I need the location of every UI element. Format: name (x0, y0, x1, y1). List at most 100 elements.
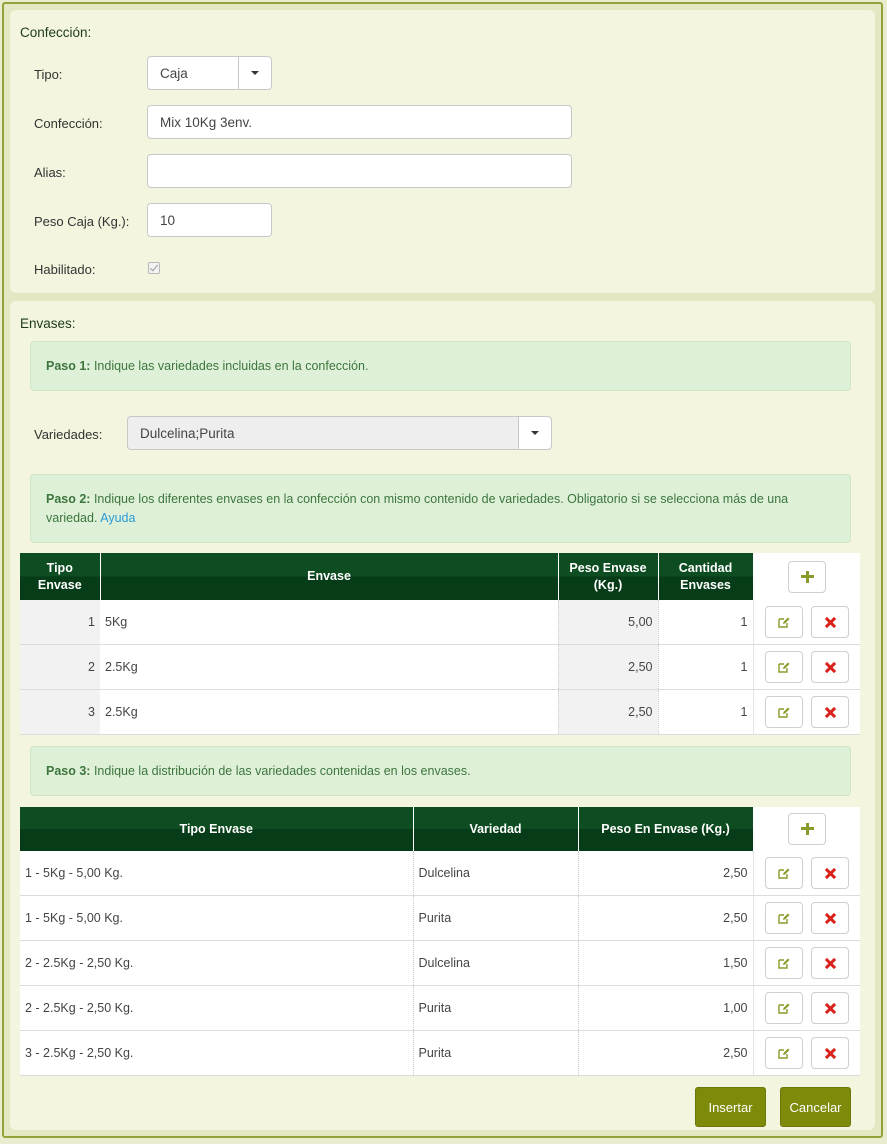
ayuda-link[interactable]: Ayuda (100, 511, 135, 525)
header-envase: Envase (100, 553, 559, 600)
row-actions (752, 644, 860, 690)
edit-button[interactable] (764, 1037, 803, 1069)
cell-envase: 5Kg (100, 600, 559, 645)
delete-button[interactable] (810, 992, 849, 1024)
table-row: 3 - 2.5Kg - 2,50 Kg. Purita 2,50 (20, 1030, 860, 1076)
confeccion-title: Confección: (20, 25, 92, 40)
delete-button[interactable] (810, 606, 849, 638)
variedades-label: Variedades: (34, 427, 103, 442)
variedades-dropdown-button[interactable] (518, 417, 551, 449)
delete-button[interactable] (810, 947, 849, 979)
cell-tipo-envase: 3 - 2.5Kg - 2,50 Kg. (20, 1030, 414, 1076)
edit-icon (778, 1048, 790, 1059)
edit-icon (778, 617, 790, 628)
table-row: 1 - 5Kg - 5,00 Kg. Purita 2,50 (20, 895, 860, 941)
header-cantidad-envases: Cantidad Envases (658, 553, 754, 600)
delete-icon (825, 707, 836, 718)
header-peso-envase: Peso Envase (Kg.) (558, 553, 659, 600)
edit-button[interactable] (764, 651, 803, 683)
delete-icon (825, 662, 836, 673)
row-actions (752, 985, 860, 1031)
tipo-select[interactable]: Caja (147, 56, 272, 90)
envases-panel: Envases: Paso 1: Indique las variedades … (10, 301, 875, 1130)
peso-caja-label: Peso Caja (Kg.): (34, 214, 130, 229)
edit-button[interactable] (764, 606, 803, 638)
paso3-text: Indique la distribución de las variedade… (90, 764, 471, 778)
delete-button[interactable] (810, 902, 849, 934)
confeccion-label: Confección: (34, 116, 103, 131)
edit-button[interactable] (764, 947, 803, 979)
plus-icon (800, 822, 814, 836)
alias-input[interactable] (147, 154, 572, 188)
cell-peso: 2,50 (558, 644, 659, 690)
header-actions (753, 807, 860, 851)
edit-icon (778, 868, 790, 879)
confeccion-panel: Confección: Tipo: Caja Confección: Mix 1… (10, 10, 875, 293)
cell-tipo: 2 (20, 644, 100, 690)
header-variedad: Variedad (413, 807, 579, 851)
delete-button[interactable] (810, 651, 849, 683)
confeccion-input[interactable]: Mix 10Kg 3env. (147, 105, 572, 139)
cell-tipo: 3 (20, 689, 100, 735)
variedades-select[interactable]: Dulcelina;Purita (127, 416, 552, 450)
peso-caja-input[interactable]: 10 (147, 203, 272, 237)
insertar-button[interactable]: Insertar (695, 1087, 766, 1127)
row-actions (752, 1030, 860, 1076)
edit-button[interactable] (764, 902, 803, 934)
paso3-label: Paso 3: (46, 764, 91, 778)
edit-icon (778, 662, 790, 673)
add-distribucion-button[interactable] (787, 813, 826, 845)
delete-icon (825, 1003, 836, 1014)
paso1-label: Paso 1: (46, 359, 91, 373)
cell-peso: 1,50 (578, 940, 753, 986)
cancelar-button[interactable]: Cancelar (780, 1087, 851, 1127)
row-actions (752, 600, 860, 645)
chevron-down-icon (531, 431, 539, 435)
delete-icon (825, 958, 836, 969)
edit-icon (778, 1003, 790, 1014)
header-tipo-envase: Tipo Envase (20, 807, 414, 851)
cell-variedad: Dulcelina (413, 940, 579, 986)
edit-button[interactable] (764, 696, 803, 728)
delete-button[interactable] (810, 857, 849, 889)
envases-table: Tipo Envase Envase Peso Envase (Kg.) Canti… (20, 553, 860, 735)
table-row: 2 - 2.5Kg - 2,50 Kg. Dulcelina 1,50 (20, 940, 860, 986)
edit-icon (778, 707, 790, 718)
delete-icon (825, 913, 836, 924)
edit-icon (778, 913, 790, 924)
paso3-alert: Paso 3: Indique la distribución de las v… (30, 746, 851, 796)
table-row: 1 - 5Kg - 5,00 Kg. Dulcelina 2,50 (20, 851, 860, 896)
cell-tipo: 1 (20, 600, 100, 645)
cell-tipo-envase: 1 - 5Kg - 5,00 Kg. (20, 851, 414, 896)
alias-label: Alias: (34, 165, 66, 180)
edit-icon (778, 958, 790, 969)
cell-variedad: Purita (413, 895, 579, 941)
cell-variedad: Purita (413, 1030, 579, 1076)
delete-button[interactable] (810, 696, 849, 728)
cell-envase: 2.5Kg (100, 689, 559, 735)
habilitado-label: Habilitado: (34, 262, 96, 277)
row-actions (752, 940, 860, 986)
cell-variedad: Purita (413, 985, 579, 1031)
delete-button[interactable] (810, 1037, 849, 1069)
add-envase-button[interactable] (787, 560, 826, 593)
paso2-label: Paso 2: (46, 492, 91, 506)
table-row: 3 2.5Kg 2,50 1 (20, 689, 860, 735)
variedades-value: Dulcelina;Purita (140, 425, 235, 441)
plus-icon (800, 570, 814, 584)
paso1-alert: Paso 1: Indique las variedades incluidas… (30, 341, 851, 391)
habilitado-checkbox[interactable] (148, 262, 160, 274)
edit-button[interactable] (764, 857, 803, 889)
cell-peso: 2,50 (578, 851, 753, 896)
row-actions (752, 895, 860, 941)
cell-peso: 2,50 (578, 895, 753, 941)
tipo-label: Tipo: (34, 67, 63, 82)
cell-tipo-envase: 2 - 2.5Kg - 2,50 Kg. (20, 985, 414, 1031)
paso2-text: Indique los diferentes envases en la con… (46, 492, 789, 525)
cell-cantidad: 1 (658, 600, 753, 645)
paso1-text: Indique las variedades incluidas en la c… (90, 359, 369, 373)
tipo-value: Caja (160, 65, 188, 81)
tipo-dropdown-button[interactable] (238, 57, 271, 89)
edit-button[interactable] (764, 992, 803, 1024)
cell-peso: 2,50 (578, 1030, 753, 1076)
